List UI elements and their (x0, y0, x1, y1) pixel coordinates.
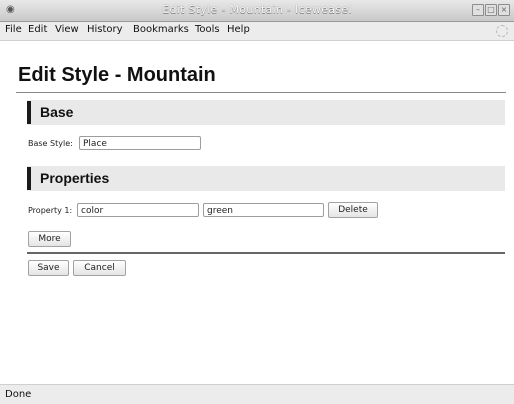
base-style-label: Base Style: (28, 139, 73, 148)
menu-tools[interactable]: Tools (195, 24, 220, 35)
delete-button[interactable]: Delete (328, 202, 378, 218)
status-text: Done (5, 389, 32, 400)
menubar: File Edit View History Bookmarks Tools H… (0, 22, 514, 41)
minimize-icon: – (476, 5, 480, 14)
cancel-button[interactable]: Cancel (73, 260, 126, 276)
throbber-icon (496, 25, 508, 37)
section-base-title: Base (40, 104, 74, 120)
title-divider (16, 92, 506, 93)
menu-view[interactable]: View (55, 24, 79, 35)
more-button[interactable]: More (28, 231, 71, 247)
property-1-value-input[interactable]: green (203, 203, 324, 217)
maximize-button[interactable]: □ (485, 4, 497, 16)
close-icon: × (500, 5, 508, 14)
menu-file[interactable]: File (5, 24, 22, 35)
property-1-label: Property 1: (28, 206, 73, 215)
window-titlebar[interactable]: ◉ Edit Style - Mountain - Iceweasel – □ … (0, 0, 514, 22)
menu-bookmarks[interactable]: Bookmarks (133, 24, 189, 35)
close-button[interactable]: × (498, 4, 510, 16)
window-title: Edit Style - Mountain - Iceweasel (162, 3, 352, 16)
maximize-icon: □ (487, 5, 495, 14)
menu-edit[interactable]: Edit (28, 24, 47, 35)
page-content: Edit Style - Mountain Base Base Style: P… (0, 41, 514, 384)
section-properties-header: Properties (27, 166, 505, 191)
statusbar: Done (0, 384, 514, 404)
section-base-header: Base (27, 100, 505, 125)
menu-history[interactable]: History (87, 24, 123, 35)
section-properties-title: Properties (40, 170, 110, 186)
base-style-input[interactable]: Place (79, 136, 201, 150)
minimize-button[interactable]: – (472, 4, 484, 16)
save-button[interactable]: Save (28, 260, 69, 276)
section-marker (27, 101, 31, 124)
page-title: Edit Style - Mountain (18, 64, 216, 86)
menu-help[interactable]: Help (227, 24, 250, 35)
property-1-name-input[interactable]: color (77, 203, 199, 217)
section-marker (27, 167, 31, 190)
form-divider (27, 252, 505, 254)
